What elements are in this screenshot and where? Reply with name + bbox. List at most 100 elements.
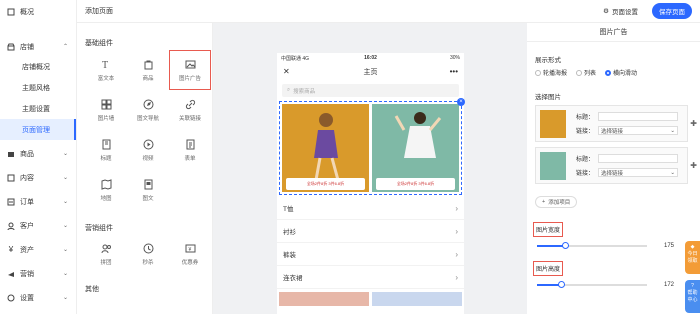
ad-banner-1: 全场2件8折 3件6.8折 — [286, 178, 365, 190]
component-label: 关联链接 — [178, 115, 201, 122]
image-width-value[interactable]: 175 — [656, 240, 674, 251]
image-width-slider[interactable] — [537, 242, 647, 249]
title-field: 标题： — [576, 112, 679, 121]
image-thumbnail[interactable] — [540, 152, 566, 180]
slider-handle[interactable] — [558, 281, 566, 288]
sidebar-item-store[interactable]: 店铺 ⌃ — [0, 37, 76, 56]
sidebar-sub-page-management[interactable]: 页面管理 — [0, 119, 76, 140]
image-ad-block[interactable]: 全场2件8折 3件6.8折 全场2件8折 3件6.8折 × — [279, 98, 465, 195]
sidebar-item-content[interactable]: 内容 ⌄ — [0, 168, 76, 187]
image-thumbnail[interactable] — [540, 110, 566, 138]
basic-component-grid: T 富文本 商品 图片广告 图片墙 图文导航 关联链接 标题 视频 表单 地图 … — [85, 50, 213, 210]
image-item-card: 标题： 链接： 选择链接 ⌄ ✚ — [535, 105, 697, 142]
floating-coupon-button[interactable]: ◆ 今日 领取 — [685, 241, 700, 274]
list-item[interactable]: 裤装 › — [277, 243, 464, 266]
component-image-ad[interactable]: 图片广告 — [169, 50, 211, 90]
search-placeholder: 搜索商品 — [293, 88, 316, 95]
link-select-value: 选择链接 — [601, 170, 624, 177]
sidebar-sub-theme-style[interactable]: 主题风格 — [0, 77, 76, 98]
component-image-nav[interactable]: 图文导航 — [127, 90, 169, 130]
goods-icon — [7, 150, 15, 158]
ad-image-2[interactable]: 全场2件8折 3件6.8折 — [372, 104, 459, 192]
list-item-label: 衬衫 — [283, 229, 296, 236]
sidebar-item-settings[interactable]: 设置 ⌄ — [0, 288, 76, 307]
search-icon: ⌕ — [287, 87, 291, 93]
phone-search-bar[interactable]: ⌕ 搜索商品 — [282, 84, 459, 97]
floating-help-button[interactable]: ? 帮助 中心 — [685, 280, 700, 313]
slider-fill — [537, 245, 565, 247]
sidebar-item-customers[interactable]: 客户 ⌄ — [0, 216, 76, 235]
component-label: 表单 — [184, 155, 196, 162]
component-label: 视频 — [142, 155, 154, 162]
component-video[interactable]: 视频 — [127, 130, 169, 170]
link-icon — [185, 99, 195, 109]
phone-preview: 中国联通 4G 16:02 30% ✕ 主页 ••• ⌕ 搜索商品 全场2件8折… — [277, 53, 465, 314]
slider-handle[interactable] — [561, 242, 569, 249]
component-label: 优惠券 — [181, 259, 199, 266]
chevron-down-icon: ⌄ — [670, 169, 676, 176]
display-mode-radios: 轮播海报 列表 横向滑动 — [527, 68, 700, 77]
add-icon[interactable]: ✚ — [690, 161, 697, 170]
radio-carousel[interactable]: 轮播海报 — [535, 68, 567, 77]
sidebar-item-label: 资产 — [20, 246, 34, 254]
sidebar-item-overview[interactable]: 概况 — [0, 2, 76, 21]
radio-label: 列表 — [584, 71, 597, 77]
title-input[interactable] — [598, 154, 679, 163]
customer-icon — [7, 222, 15, 230]
component-link[interactable]: 关联链接 — [169, 90, 211, 130]
page-title: 添加页面 — [85, 8, 113, 15]
radio-horizontal-scroll[interactable]: 横向滑动 — [605, 68, 637, 77]
chevron-right-icon: › — [455, 203, 458, 213]
page-settings-button[interactable]: ⚙ 页面设置 — [603, 6, 638, 16]
list-item[interactable]: 衬衫 › — [277, 220, 464, 243]
title-input[interactable] — [598, 112, 679, 121]
svg-text:¥: ¥ — [188, 247, 191, 253]
yen-icon: ¥ — [8, 245, 14, 254]
image-height-slider[interactable] — [537, 281, 647, 288]
chevron-right-icon: › — [455, 226, 458, 236]
sidebar-item-marketing[interactable]: 营销 ⌄ — [0, 264, 76, 283]
model-figure-2 — [394, 112, 442, 158]
sidebar-item-goods[interactable]: 商品 ⌄ — [0, 144, 76, 163]
shopping-bag-icon — [144, 60, 152, 69]
component-image-wall[interactable]: 图片墙 — [85, 90, 127, 130]
product-image[interactable] — [279, 292, 369, 306]
component-coupon[interactable]: ¥ 优惠券 — [169, 234, 211, 274]
form-icon — [186, 139, 194, 149]
list-item[interactable]: T恤 › — [277, 197, 464, 220]
sidebar-item-orders[interactable]: 订单 ⌄ — [0, 192, 76, 211]
radio-list[interactable]: 列表 — [576, 68, 596, 77]
settings-panel: 图片广告 展示形式 轮播海报 列表 横向滑动 选择图片 标题： 链接： 选择链接 ⌄… — [527, 23, 700, 314]
list-item[interactable]: 连衣裙 › — [277, 266, 464, 289]
sidebar-item-assets[interactable]: ¥ 资产 ⌄ — [0, 240, 76, 259]
component-group-buy[interactable]: 拼团 — [85, 234, 127, 274]
grid-icon — [101, 99, 111, 109]
component-form[interactable]: 表单 — [169, 130, 211, 170]
compass-icon — [143, 99, 153, 109]
content-icon — [7, 174, 15, 182]
image-height-value[interactable]: 172 — [656, 279, 674, 290]
link-select[interactable]: 选择链接 ⌄ — [598, 168, 679, 177]
component-goods[interactable]: 商品 — [127, 50, 169, 90]
gear-icon: ⚙ — [603, 8, 609, 15]
add-item-button[interactable]: + 添加项目 — [535, 196, 578, 208]
component-map[interactable]: 地图 — [85, 170, 127, 210]
sidebar-sub-store-overview[interactable]: 店铺概况 — [0, 56, 76, 77]
component-panel: 基础组件 T 富文本 商品 图片广告 图片墙 图文导航 关联链接 标题 视频 表… — [77, 23, 213, 314]
component-title[interactable]: 标题 — [85, 130, 127, 170]
close-icon[interactable]: × — [457, 98, 465, 106]
coupon-icon: ¥ — [185, 244, 195, 253]
radio-circle — [576, 69, 583, 76]
ad-image-1[interactable]: 全场2件8折 3件6.8折 — [282, 104, 369, 192]
sidebar-item-label: 商品 — [20, 150, 34, 158]
component-image-text[interactable]: 图文 — [127, 170, 169, 210]
component-flash-sale[interactable]: 秒杀 — [127, 234, 169, 274]
chevron-right-icon: › — [455, 272, 458, 282]
component-rich-text[interactable]: T 富文本 — [85, 50, 127, 90]
product-image[interactable] — [372, 292, 462, 306]
sidebar-sub-theme-settings[interactable]: 主题设置 — [0, 98, 76, 119]
select-image-label: 选择图片 — [535, 94, 561, 101]
save-page-button[interactable]: 保存页面 — [652, 3, 692, 19]
link-select[interactable]: 选择链接 ⌄ — [598, 126, 679, 135]
add-icon[interactable]: ✚ — [690, 119, 697, 128]
